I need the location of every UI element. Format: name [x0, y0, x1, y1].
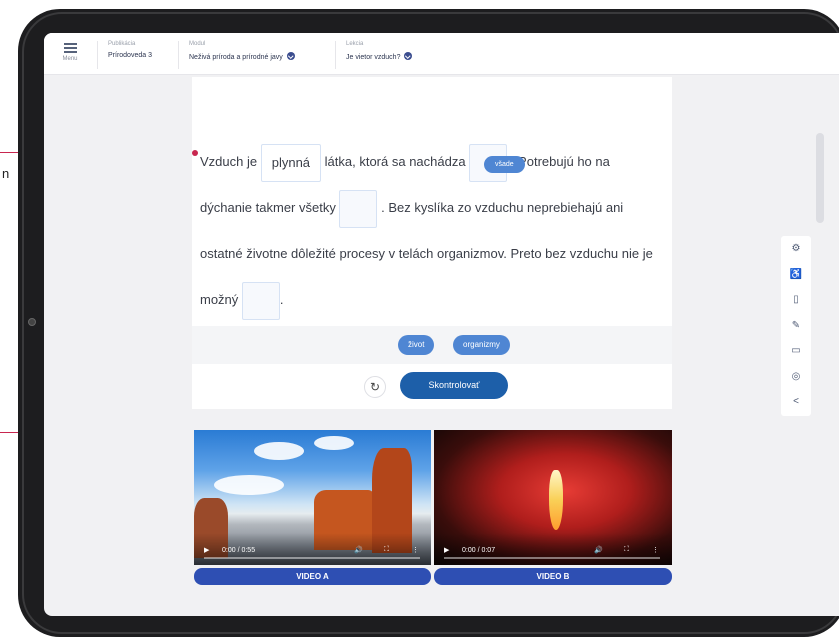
- video-b-time: 0:00 / 0:07: [462, 547, 496, 554]
- scrollbar[interactable]: [816, 133, 824, 223]
- annotation-text: n: [2, 166, 10, 181]
- text-part-1: Vzduch je: [200, 154, 258, 169]
- publication-label: Publikácia: [108, 41, 136, 47]
- word-chip-organizmy[interactable]: organizmy: [453, 335, 510, 355]
- gear-icon[interactable]: ⚙: [781, 236, 811, 262]
- exercise-actions: ↻ Skontrolovať: [192, 372, 672, 412]
- top-bar: Menu Publikácia Prírodoveda 3 Modul Neži…: [44, 33, 839, 75]
- gap-1[interactable]: plynná: [260, 143, 322, 182]
- annotation-dot-top: [192, 150, 198, 156]
- lesson-value: Je vietor vzduch?: [346, 54, 401, 61]
- volume-icon[interactable]: 🔊: [594, 546, 603, 554]
- video-a-progress[interactable]: [204, 557, 420, 559]
- publication-value: Prírodoveda 3: [108, 52, 152, 59]
- text-part-5: .: [279, 292, 284, 307]
- accessibility-icon[interactable]: ♿: [781, 262, 811, 288]
- play-icon[interactable]: ▶: [204, 546, 209, 554]
- video-a-label[interactable]: VIDEO A: [194, 568, 431, 585]
- check-button[interactable]: Skontrolovať: [400, 372, 508, 399]
- side-toolbar: ⚙ ♿ ▯ ✎ ▭ ◎ <: [781, 236, 811, 416]
- video-b-progress[interactable]: [444, 557, 660, 559]
- chevron-down-icon: [404, 52, 413, 60]
- lesson-selector[interactable]: Lekcia Je vietor vzduch?: [335, 41, 465, 69]
- gap-4[interactable]: [241, 281, 280, 320]
- chevron-down-icon: [286, 52, 295, 60]
- lesson-value-row: Je vietor vzduch?: [346, 52, 465, 61]
- exercise-card: Vzduch je plynná látka, ktorá sa nachádz…: [192, 77, 672, 409]
- stage: n Menu Publikácia Prírodoveda 3 Modul Ne…: [0, 0, 839, 640]
- more-icon[interactable]: ⋮: [412, 546, 419, 554]
- video-a-controls: ▶ 0:00 / 0:55 🔊 ⛶ ⋮: [194, 533, 431, 565]
- word-chip-zivot[interactable]: život: [398, 335, 435, 355]
- menu-button[interactable]: Menu: [52, 39, 88, 69]
- reset-icon: ↻: [369, 380, 381, 394]
- word-bank: život organizmy: [192, 326, 672, 364]
- more-icon[interactable]: ⋮: [652, 546, 659, 554]
- module-value: Neživá príroda a prírodné javy: [189, 54, 283, 61]
- pencil-icon[interactable]: ✎: [781, 313, 811, 339]
- reset-button[interactable]: ↻: [364, 376, 386, 398]
- target-icon[interactable]: ◎: [781, 364, 811, 390]
- text-part-2: látka, ktorá sa nachádza: [324, 154, 466, 169]
- gap-3[interactable]: [339, 189, 378, 228]
- video-a-cloud: [314, 436, 354, 450]
- video-b-flame: [549, 470, 563, 530]
- fullscreen-icon[interactable]: ⛶: [624, 546, 629, 554]
- video-player-a[interactable]: ▶ 0:00 / 0:55 🔊 ⛶ ⋮: [194, 430, 431, 565]
- exercise-text: Vzduch je plynná látka, ktorá sa nachádz…: [200, 139, 665, 323]
- lesson-label: Lekcia: [346, 41, 364, 47]
- hamburger-icon: [63, 43, 77, 53]
- dragging-word-chip[interactable]: všade: [484, 156, 525, 173]
- app-screen: Menu Publikácia Prírodoveda 3 Modul Neži…: [44, 33, 839, 616]
- bookmark-icon[interactable]: ▯: [781, 287, 811, 313]
- volume-icon[interactable]: 🔊: [354, 546, 363, 554]
- video-player-b[interactable]: ▶ 0:00 / 0:07 🔊 ⛶ ⋮: [434, 430, 672, 565]
- share-icon[interactable]: <: [781, 389, 811, 415]
- module-label: Modul: [189, 41, 206, 47]
- video-a-time: 0:00 / 0:55: [222, 547, 256, 554]
- camera-icon: [28, 318, 36, 326]
- play-icon[interactable]: ▶: [444, 546, 449, 554]
- module-value-row: Neživá príroda a prírodné javy: [189, 52, 338, 61]
- screen-icon[interactable]: ▭: [781, 338, 811, 364]
- publication-selector[interactable]: Publikácia Prírodoveda 3: [97, 41, 175, 69]
- video-a-cloud: [254, 442, 304, 460]
- menu-label: Menu: [62, 56, 78, 62]
- video-b-controls: ▶ 0:00 / 0:07 🔊 ⛶ ⋮: [434, 533, 672, 565]
- video-a-cloud: [214, 475, 284, 495]
- module-selector[interactable]: Modul Neživá príroda a prírodné javy: [178, 41, 338, 69]
- fullscreen-icon[interactable]: ⛶: [384, 546, 389, 554]
- video-b-label[interactable]: VIDEO B: [434, 568, 672, 585]
